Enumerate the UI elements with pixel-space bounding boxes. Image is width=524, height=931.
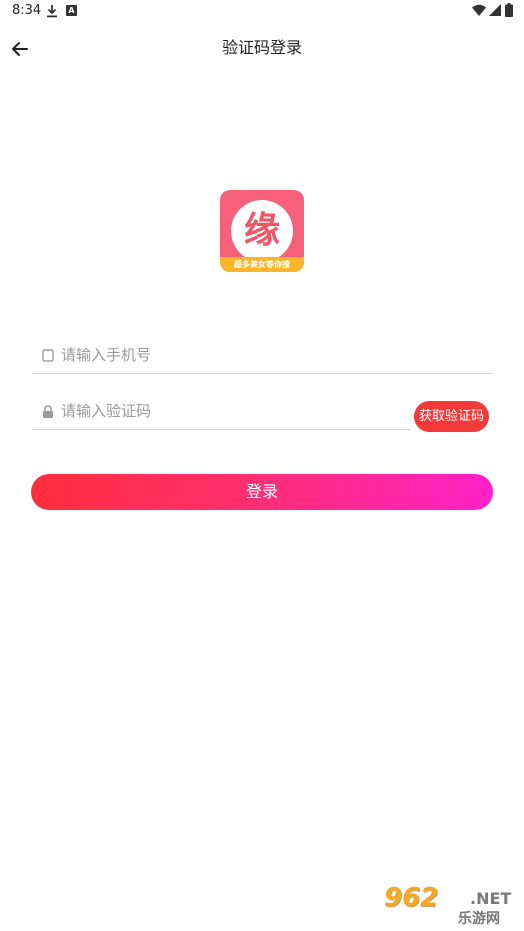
watermark-suffix: .NET	[470, 889, 512, 908]
code-input[interactable]	[61, 398, 406, 424]
phone-icon	[42, 349, 54, 362]
page-title: 验证码登录	[221, 38, 302, 57]
app-logo: 缘 超多美女等你撩	[220, 190, 304, 272]
battery-icon	[505, 3, 513, 17]
download-icon	[47, 5, 57, 18]
login-button[interactable]: 登录	[31, 474, 493, 510]
a-icon: A	[66, 5, 77, 16]
watermark-subtitle: 乐游网	[458, 911, 500, 927]
status-time: 8:34	[12, 3, 42, 18]
get-code-button[interactable]: 获取验证码	[414, 401, 489, 432]
logo-character: 缘	[243, 210, 280, 251]
code-underline	[32, 429, 410, 430]
lock-icon	[43, 405, 53, 418]
phone-underline	[32, 373, 492, 374]
logo-ribbon: 超多美女等你撩	[220, 257, 304, 272]
watermark-logo: 962 .NET 乐游网	[384, 883, 520, 927]
watermark-number: 962	[384, 883, 439, 913]
phone-field	[32, 334, 492, 374]
phone-input[interactable]	[61, 342, 481, 368]
status-bar: 8:34 A	[0, 0, 524, 24]
wifi-icon	[472, 4, 486, 16]
app-header: 验证码登录	[0, 28, 524, 64]
login-screen: 8:34 A 验证码登录 缘 超多美女等你撩 请输入手机号 请输入验证码 获取验…	[0, 0, 524, 931]
signal-icon	[489, 4, 501, 16]
